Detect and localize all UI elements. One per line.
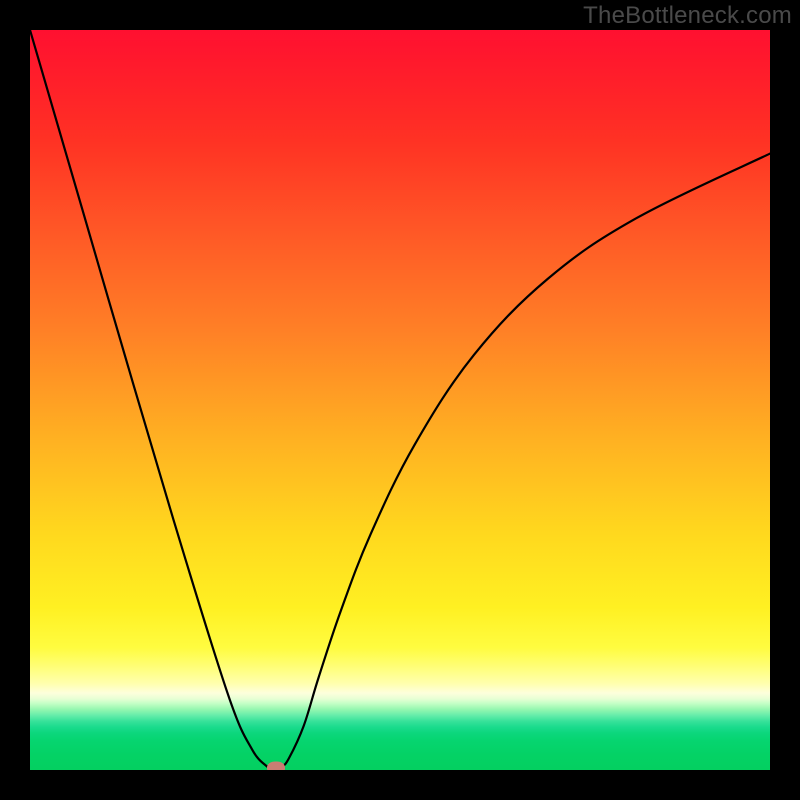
curve-svg <box>30 30 770 770</box>
chart-frame: TheBottleneck.com <box>0 0 800 800</box>
minimum-marker <box>267 761 285 770</box>
bottleneck-curve <box>30 30 770 770</box>
watermark-text: TheBottleneck.com <box>583 2 792 30</box>
plot-area <box>30 30 770 770</box>
